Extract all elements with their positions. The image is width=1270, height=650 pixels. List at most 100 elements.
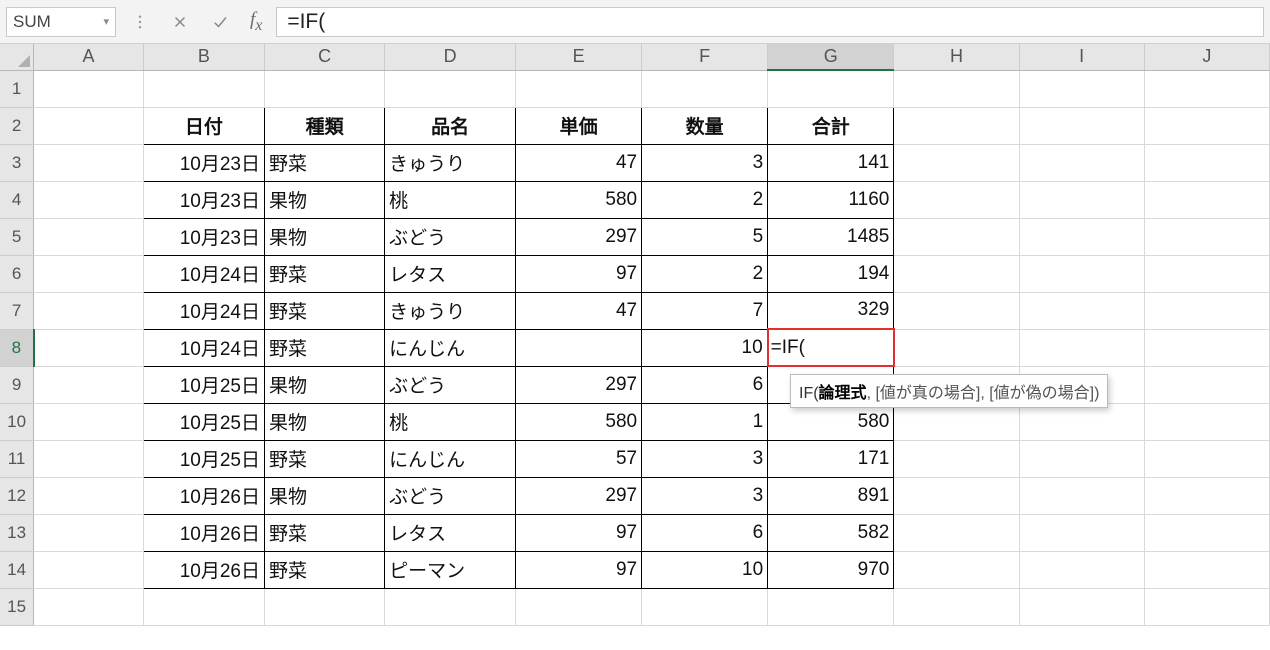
cell-D10[interactable]: 桃 — [385, 403, 516, 440]
cell-J8[interactable] — [1144, 329, 1269, 366]
cell-E14[interactable]: 97 — [516, 551, 642, 588]
cell-H15[interactable] — [894, 588, 1019, 625]
cell-A15[interactable] — [34, 588, 144, 625]
cell-D2[interactable]: 品名 — [385, 107, 516, 144]
fx-icon[interactable]: fx — [244, 9, 268, 35]
row-head-15[interactable]: 15 — [0, 588, 34, 625]
cell-G5[interactable]: 1485 — [768, 218, 894, 255]
cell-H4[interactable] — [894, 181, 1019, 218]
col-head-J[interactable]: J — [1144, 44, 1269, 70]
cell-E2[interactable]: 単価 — [516, 107, 642, 144]
col-head-B[interactable]: B — [143, 44, 264, 70]
cell-G3[interactable]: 141 — [768, 144, 894, 181]
row-head-1[interactable]: 1 — [0, 70, 34, 107]
row-head-3[interactable]: 3 — [0, 144, 34, 181]
cell-H13[interactable] — [894, 514, 1019, 551]
cell-I1[interactable] — [1019, 70, 1144, 107]
cell-J3[interactable] — [1144, 144, 1269, 181]
cell-C12[interactable]: 果物 — [264, 477, 384, 514]
cell-B10[interactable]: 10月25日 — [143, 403, 264, 440]
cell-E1[interactable] — [516, 70, 642, 107]
cell-I10[interactable] — [1019, 403, 1144, 440]
cell-C8[interactable]: 野菜 — [264, 329, 384, 366]
cell-G4[interactable]: 1160 — [768, 181, 894, 218]
cell-J13[interactable] — [1144, 514, 1269, 551]
cell-D1[interactable] — [385, 70, 516, 107]
cell-I2[interactable] — [1019, 107, 1144, 144]
cell-B3[interactable]: 10月23日 — [143, 144, 264, 181]
cell-A1[interactable] — [34, 70, 144, 107]
cell-H12[interactable] — [894, 477, 1019, 514]
cell-D3[interactable]: きゅうり — [385, 144, 516, 181]
cell-C7[interactable]: 野菜 — [264, 292, 384, 329]
cell-G1[interactable] — [768, 70, 894, 107]
cell-D6[interactable]: レタス — [385, 255, 516, 292]
cell-I5[interactable] — [1019, 218, 1144, 255]
confirm-formula-icon[interactable] — [204, 7, 236, 37]
cell-C13[interactable]: 野菜 — [264, 514, 384, 551]
row-head-11[interactable]: 11 — [0, 440, 34, 477]
cell-C9[interactable]: 果物 — [264, 366, 384, 403]
cell-D5[interactable]: ぶどう — [385, 218, 516, 255]
cell-E13[interactable]: 97 — [516, 514, 642, 551]
cell-D9[interactable]: ぶどう — [385, 366, 516, 403]
row-head-7[interactable]: 7 — [0, 292, 34, 329]
cell-C6[interactable]: 野菜 — [264, 255, 384, 292]
cell-G10[interactable]: 580 — [768, 403, 894, 440]
cell-H11[interactable] — [894, 440, 1019, 477]
row-head-4[interactable]: 4 — [0, 181, 34, 218]
cell-H6[interactable] — [894, 255, 1019, 292]
cell-A8[interactable] — [34, 329, 144, 366]
cell-A11[interactable] — [34, 440, 144, 477]
cell-B11[interactable]: 10月25日 — [143, 440, 264, 477]
cell-B4[interactable]: 10月23日 — [143, 181, 264, 218]
cell-B12[interactable]: 10月26日 — [143, 477, 264, 514]
cancel-formula-icon[interactable] — [164, 7, 196, 37]
col-head-H[interactable]: H — [894, 44, 1019, 70]
cell-F3[interactable]: 3 — [642, 144, 768, 181]
cell-E7[interactable]: 47 — [516, 292, 642, 329]
cell-C3[interactable]: 野菜 — [264, 144, 384, 181]
cell-D8[interactable]: にんじん — [385, 329, 516, 366]
cell-G8[interactable]: =IF( — [768, 329, 894, 366]
cell-A4[interactable] — [34, 181, 144, 218]
cell-A13[interactable] — [34, 514, 144, 551]
col-head-A[interactable]: A — [34, 44, 144, 70]
cell-J7[interactable] — [1144, 292, 1269, 329]
cell-J12[interactable] — [1144, 477, 1269, 514]
row-head-8[interactable]: 8 — [0, 329, 34, 366]
cell-D15[interactable] — [385, 588, 516, 625]
row-head-2[interactable]: 2 — [0, 107, 34, 144]
cell-J9[interactable] — [1144, 366, 1269, 403]
cell-B8[interactable]: 10月24日 — [143, 329, 264, 366]
cell-B9[interactable]: 10月25日 — [143, 366, 264, 403]
cell-J6[interactable] — [1144, 255, 1269, 292]
cell-B2[interactable]: 日付 — [143, 107, 264, 144]
row-head-10[interactable]: 10 — [0, 403, 34, 440]
cell-F7[interactable]: 7 — [642, 292, 768, 329]
more-icon[interactable] — [124, 7, 156, 37]
select-all-triangle[interactable] — [0, 44, 34, 70]
cell-I14[interactable] — [1019, 551, 1144, 588]
cell-E12[interactable]: 297 — [516, 477, 642, 514]
cell-A6[interactable] — [34, 255, 144, 292]
cell-F10[interactable]: 1 — [642, 403, 768, 440]
cell-B14[interactable]: 10月26日 — [143, 551, 264, 588]
cell-A12[interactable] — [34, 477, 144, 514]
cell-C5[interactable]: 果物 — [264, 218, 384, 255]
cell-E4[interactable]: 580 — [516, 181, 642, 218]
cell-A2[interactable] — [34, 107, 144, 144]
row-head-12[interactable]: 12 — [0, 477, 34, 514]
cell-E9[interactable]: 297 — [516, 366, 642, 403]
cell-B1[interactable] — [143, 70, 264, 107]
row-head-14[interactable]: 14 — [0, 551, 34, 588]
cell-H10[interactable] — [894, 403, 1019, 440]
cell-B6[interactable]: 10月24日 — [143, 255, 264, 292]
cell-H2[interactable] — [894, 107, 1019, 144]
cell-C1[interactable] — [264, 70, 384, 107]
cell-F15[interactable] — [642, 588, 768, 625]
cell-D14[interactable]: ピーマン — [385, 551, 516, 588]
cell-C14[interactable]: 野菜 — [264, 551, 384, 588]
cell-G12[interactable]: 891 — [768, 477, 894, 514]
cell-I15[interactable] — [1019, 588, 1144, 625]
